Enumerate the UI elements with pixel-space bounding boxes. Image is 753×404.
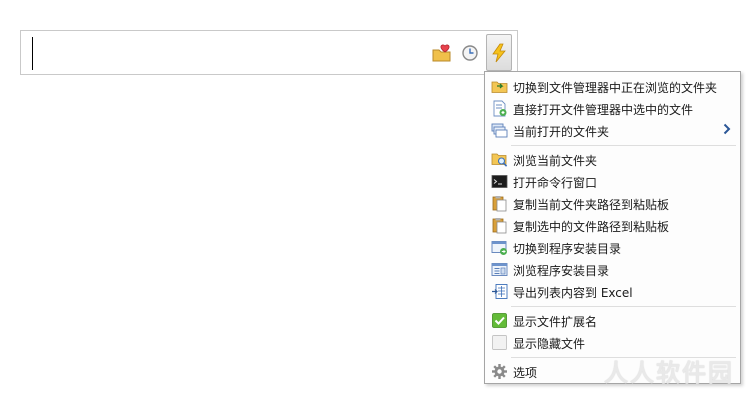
- clipboard-icon: [491, 217, 508, 234]
- search-box[interactable]: [20, 30, 518, 75]
- action-context-menu: 切换到文件管理器中正在浏览的文件夹 直接打开文件管理器中选中的文件 当前打开的文…: [484, 71, 741, 384]
- open-folders-icon: [491, 122, 508, 139]
- menu-item-label: 显示文件扩展名: [513, 315, 598, 329]
- open-file-icon: [491, 100, 508, 117]
- menu-item-open-selected-file[interactable]: 直接打开文件管理器中选中的文件: [487, 98, 738, 119]
- browse-folder-icon: [491, 151, 508, 168]
- menu-item-browse-current-folder[interactable]: 浏览当前文件夹: [487, 149, 738, 170]
- export-excel-icon: [491, 283, 508, 300]
- history-clock-icon[interactable]: [459, 42, 481, 64]
- menu-item-label: 切换到文件管理器中正在浏览的文件夹: [513, 81, 718, 95]
- action-menu-button[interactable]: [486, 34, 512, 71]
- menu-item-label: 直接打开文件管理器中选中的文件: [513, 103, 694, 117]
- site-watermark: 人人软件园: [604, 359, 734, 387]
- lightning-action-icon: [492, 43, 506, 63]
- menu-item-label: 选项: [513, 366, 538, 380]
- menu-item-label: 切换到程序安装目录: [513, 242, 622, 256]
- checkbox-unchecked-icon[interactable]: [491, 334, 508, 351]
- menu-item-browse-install-dir[interactable]: 浏览程序安装目录: [487, 259, 738, 280]
- menu-item-label: 浏览当前文件夹: [513, 154, 598, 168]
- menu-item-label: 显示隐藏文件: [513, 337, 586, 351]
- menu-item-copy-selected-file-path[interactable]: 复制选中的文件路径到粘贴板: [487, 215, 738, 236]
- menu-item-copy-folder-path[interactable]: 复制当前文件夹路径到粘贴板: [487, 193, 738, 214]
- menu-item-label: 导出列表内容到 Excel: [513, 286, 633, 300]
- program-dir-browse-icon: [491, 261, 508, 278]
- menu-item-open-command-window[interactable]: 打开命令行窗口: [487, 171, 738, 192]
- menu-item-label: 复制当前文件夹路径到粘贴板: [513, 198, 670, 212]
- folder-switch-icon: [491, 78, 508, 95]
- text-caret: [32, 37, 33, 70]
- menu-item-switch-to-install-dir[interactable]: 切换到程序安装目录: [487, 237, 738, 258]
- gear-icon: [491, 363, 508, 380]
- menu-item-label: 打开命令行窗口: [513, 176, 598, 190]
- menu-separator: [511, 306, 736, 307]
- menu-item-label: 复制选中的文件路径到粘贴板: [513, 220, 670, 234]
- terminal-icon: [491, 173, 508, 190]
- menu-item-show-hidden-files[interactable]: 显示隐藏文件: [487, 332, 738, 353]
- checkbox-checked-icon[interactable]: [491, 312, 508, 329]
- menu-item-show-file-extensions[interactable]: 显示文件扩展名: [487, 310, 738, 331]
- menu-separator: [511, 145, 736, 146]
- program-dir-switch-icon: [491, 239, 508, 256]
- menu-item-label: 浏览程序安装目录: [513, 264, 610, 278]
- menu-item-switch-to-browsed-folder[interactable]: 切换到文件管理器中正在浏览的文件夹: [487, 76, 738, 97]
- favorites-heart-folder-icon[interactable]: [431, 42, 453, 64]
- menu-item-export-to-excel[interactable]: 导出列表内容到 Excel: [487, 281, 738, 302]
- menu-item-label: 当前打开的文件夹: [513, 125, 610, 139]
- submenu-chevron-right-icon: [723, 123, 731, 138]
- menu-item-current-open-folders[interactable]: 当前打开的文件夹: [487, 120, 738, 141]
- clipboard-icon: [491, 195, 508, 212]
